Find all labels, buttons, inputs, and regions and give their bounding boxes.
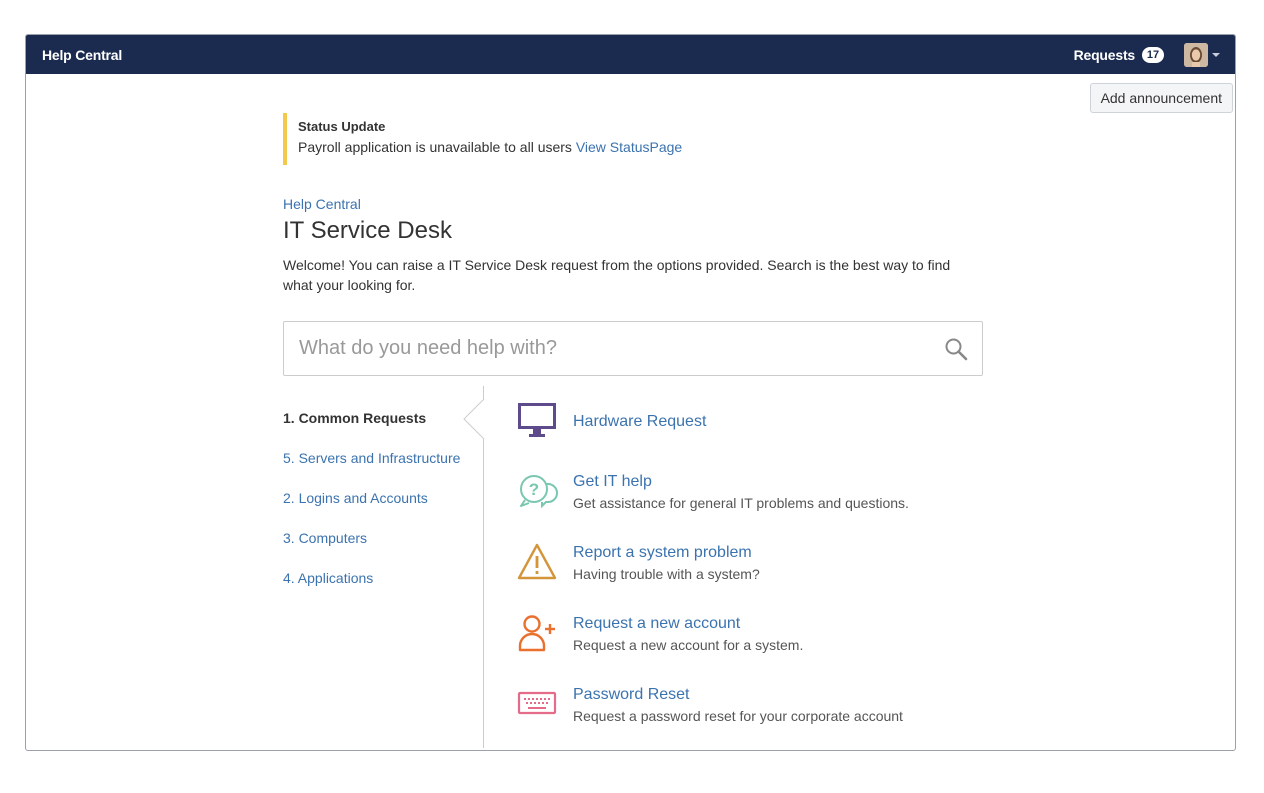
- active-group-pointer: [463, 399, 485, 439]
- request-type-text: Report a system problem Having trouble w…: [573, 542, 760, 584]
- requests-count-badge: 17: [1142, 46, 1164, 63]
- request-type-text: Request a new account Request a new acco…: [573, 613, 803, 655]
- group-common-requests[interactable]: 1. Common Requests: [283, 408, 483, 448]
- search-input[interactable]: [299, 337, 944, 360]
- request-type-hardware[interactable]: Hardware Request: [517, 400, 983, 471]
- question-bubbles-icon: ?: [520, 475, 558, 509]
- request-type-text: Hardware Request: [573, 400, 706, 433]
- nav-divider: [483, 386, 484, 748]
- status-announcement: Status Update Payroll application is una…: [283, 113, 983, 165]
- request-browser: 1. Common Requests 5. Servers and Infras…: [283, 386, 983, 748]
- header-right: Requests 17: [1074, 42, 1220, 67]
- status-message: Payroll application is unavailable to al…: [298, 139, 572, 155]
- request-type-title[interactable]: Hardware Request: [573, 411, 706, 433]
- request-type-title[interactable]: Password Reset: [573, 684, 903, 706]
- request-type-text: Password Reset Request a password reset …: [573, 684, 903, 726]
- group-logins-and-accounts[interactable]: 2. Logins and Accounts: [283, 488, 483, 528]
- top-navigation-bar: Help Central Requests 17: [26, 35, 1235, 74]
- request-type-title[interactable]: Report a system problem: [573, 542, 760, 564]
- monitor-icon: [518, 403, 556, 437]
- welcome-text: Welcome! You can raise a IT Service Desk…: [283, 257, 951, 293]
- request-type-description: Having trouble with a system?: [573, 566, 760, 582]
- warning-triangle-icon: [517, 543, 557, 580]
- statuspage-link[interactable]: View StatusPage: [576, 139, 682, 155]
- search-icon[interactable]: [944, 337, 968, 361]
- chevron-down-icon[interactable]: [1212, 52, 1220, 57]
- request-type-list: Hardware Request ? Get IT help Get assis…: [517, 400, 983, 750]
- main-content: Status Update Payroll application is una…: [283, 113, 983, 748]
- portal-window: Help Central Requests 17 Add announcemen…: [25, 34, 1236, 751]
- requests-link[interactable]: Requests: [1074, 47, 1136, 63]
- request-type-description: Request a password reset for your corpor…: [573, 708, 903, 724]
- keyboard-icon: [517, 691, 557, 715]
- status-text: Payroll application is unavailable to al…: [298, 137, 983, 157]
- page-title: IT Service Desk: [283, 217, 452, 244]
- avatar[interactable]: [1184, 42, 1208, 67]
- add-announcement-button[interactable]: Add announcement: [1089, 83, 1233, 113]
- request-type-title[interactable]: Request a new account: [573, 613, 803, 635]
- svg-text:?: ?: [529, 480, 539, 499]
- request-type-description: Get assistance for general IT problems a…: [573, 495, 909, 511]
- group-servers-and-infrastructure[interactable]: 5. Servers and Infrastructure: [283, 448, 483, 488]
- request-type-description: Request a new account for a system.: [573, 637, 804, 653]
- request-type-title[interactable]: Get IT help: [573, 471, 909, 493]
- request-type-get-it-help[interactable]: ? Get IT help Get assistance for general…: [517, 471, 983, 542]
- request-type-text: Get IT help Get assistance for general I…: [573, 471, 909, 513]
- status-title: Status Update: [298, 119, 386, 134]
- group-applications[interactable]: 4. Applications: [283, 568, 483, 608]
- request-type-report-problem[interactable]: Report a system problem Having trouble w…: [517, 542, 983, 613]
- user-photo-icon: [1184, 42, 1208, 67]
- add-user-icon: [518, 615, 555, 652]
- request-type-new-account[interactable]: Request a new account Request a new acco…: [517, 613, 983, 684]
- search-box[interactable]: [283, 321, 983, 376]
- group-computers[interactable]: 3. Computers: [283, 528, 483, 568]
- request-group-nav: 1. Common Requests 5. Servers and Infras…: [283, 408, 483, 608]
- breadcrumb[interactable]: Help Central: [283, 195, 983, 213]
- brand-link[interactable]: Help Central: [42, 47, 122, 63]
- request-type-password-reset[interactable]: Password Reset Request a password reset …: [517, 684, 983, 750]
